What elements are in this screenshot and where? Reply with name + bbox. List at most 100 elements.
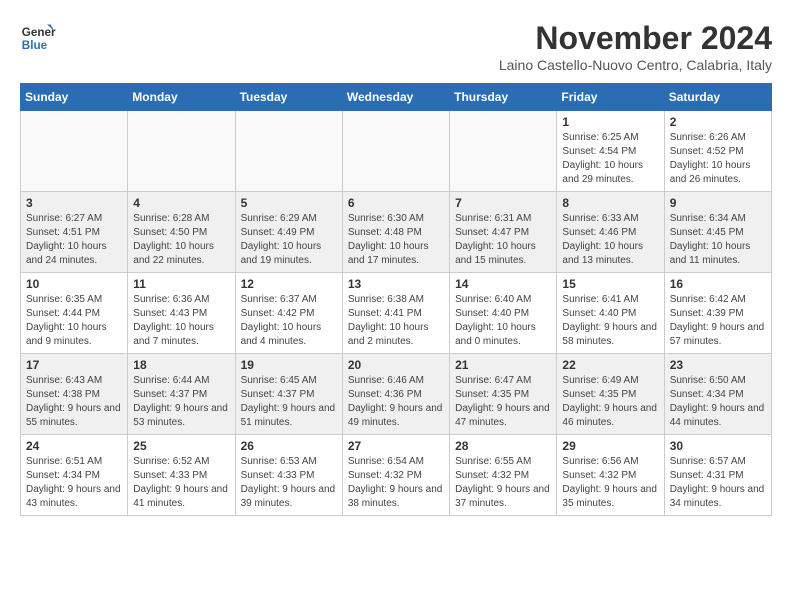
day-info: Sunrise: 6:37 AM Sunset: 4:42 PM Dayligh… [241,293,337,349]
day-info: Sunrise: 6:33 AM Sunset: 4:46 PM Dayligh… [562,212,658,268]
day-number: 29 [562,439,658,453]
day-info: Sunrise: 6:26 AM Sunset: 4:52 PM Dayligh… [670,131,766,187]
day-number: 14 [455,277,551,291]
day-info: Sunrise: 6:38 AM Sunset: 4:41 PM Dayligh… [348,293,444,349]
day-number: 23 [670,358,766,372]
day-number: 27 [348,439,444,453]
calendar-day-cell: 27 Sunrise: 6:54 AM Sunset: 4:32 PM Dayli… [342,435,449,516]
day-info: Sunrise: 6:42 AM Sunset: 4:39 PM Dayligh… [670,293,766,349]
calendar-day-cell: 23 Sunrise: 6:50 AM Sunset: 4:34 PM Dayli… [664,354,771,435]
day-info: Sunrise: 6:36 AM Sunset: 4:43 PM Dayligh… [133,293,229,349]
calendar-day-cell: 26Sunrise: 6:53 AM Sunset: 4:33 PM Dayli… [235,435,342,516]
day-info: Sunrise: 6:40 AM Sunset: 4:40 PM Dayligh… [455,293,551,349]
day-number: 19 [241,358,337,372]
day-info: Sunrise: 6:28 AM Sunset: 4:50 PM Dayligh… [133,212,229,268]
day-info: Sunrise: 6:55 AM Sunset: 4:32 PM Dayligh… [455,455,551,511]
calendar-table: SundayMondayTuesdayWednesdayThursdayFrid… [20,83,772,516]
calendar-day-cell: 1 Sunrise: 6:25 AM Sunset: 4:54 PM Daylig… [557,111,664,192]
day-number: 6 [348,196,444,210]
weekday-header: Saturday [664,84,771,111]
day-number: 5 [241,196,337,210]
calendar-day-cell: 16 Sunrise: 6:42 AM Sunset: 4:39 PM Dayli… [664,273,771,354]
calendar-week-row: 10 Sunrise: 6:35 AM Sunset: 4:44 PM Dayli… [21,273,772,354]
calendar-day-cell: 8 Sunrise: 6:33 AM Sunset: 4:46 PM Daylig… [557,192,664,273]
day-number: 16 [670,277,766,291]
day-number: 20 [348,358,444,372]
weekday-header: Monday [128,84,235,111]
day-info: Sunrise: 6:43 AM Sunset: 4:38 PM Dayligh… [26,374,122,430]
day-info: Sunrise: 6:50 AM Sunset: 4:34 PM Dayligh… [670,374,766,430]
calendar-day-cell: 2 Sunrise: 6:26 AM Sunset: 4:52 PM Daylig… [664,111,771,192]
day-number: 22 [562,358,658,372]
day-info: Sunrise: 6:44 AM Sunset: 4:37 PM Dayligh… [133,374,229,430]
day-info: Sunrise: 6:49 AM Sunset: 4:35 PM Dayligh… [562,374,658,430]
calendar-day-cell: 14 Sunrise: 6:40 AM Sunset: 4:40 PM Dayli… [450,273,557,354]
calendar-day-cell: 10 Sunrise: 6:35 AM Sunset: 4:44 PM Dayli… [21,273,128,354]
day-info: Sunrise: 6:34 AM Sunset: 4:45 PM Dayligh… [670,212,766,268]
day-info: Sunrise: 6:56 AM Sunset: 4:32 PM Dayligh… [562,455,658,511]
day-number: 15 [562,277,658,291]
calendar-day-cell: 22 Sunrise: 6:49 AM Sunset: 4:35 PM Dayli… [557,354,664,435]
day-number: 3 [26,196,122,210]
weekday-header: Tuesday [235,84,342,111]
day-info: Sunrise: 6:45 AM Sunset: 4:37 PM Dayligh… [241,374,337,430]
calendar-day-cell [21,111,128,192]
calendar-week-row: 24 Sunrise: 6:51 AM Sunset: 4:34 PM Dayli… [21,435,772,516]
calendar-day-cell [128,111,235,192]
calendar-day-cell [235,111,342,192]
calendar-day-cell: 15 Sunrise: 6:41 AM Sunset: 4:40 PM Dayli… [557,273,664,354]
day-info: Sunrise: 6:54 AM Sunset: 4:32 PM Dayligh… [348,455,444,511]
day-number: 11 [133,277,229,291]
calendar-day-cell: 4 Sunrise: 6:28 AM Sunset: 4:50 PM Daylig… [128,192,235,273]
calendar-day-cell: 12 Sunrise: 6:37 AM Sunset: 4:42 PM Dayli… [235,273,342,354]
location-subtitle: Laino Castello-Nuovo Centro, Calabria, I… [499,57,772,73]
calendar-day-cell: 18 Sunrise: 6:44 AM Sunset: 4:37 PM Dayli… [128,354,235,435]
calendar-week-row: 3Sunrise: 6:27 AM Sunset: 4:51 PM Daylig… [21,192,772,273]
day-number: 1 [562,115,658,129]
day-info: Sunrise: 6:51 AM Sunset: 4:34 PM Dayligh… [26,455,122,511]
day-number: 30 [670,439,766,453]
day-number: 28 [455,439,551,453]
day-number: 26 [241,439,337,453]
calendar-day-cell: 25Sunrise: 6:52 AM Sunset: 4:33 PM Dayli… [128,435,235,516]
weekday-header: Sunday [21,84,128,111]
calendar-day-cell [450,111,557,192]
day-number: 10 [26,277,122,291]
day-number: 2 [670,115,766,129]
logo: General Blue [20,20,56,56]
svg-text:General: General [22,26,56,39]
logo-icon: General Blue [20,20,56,56]
title-section: November 2024 Laino Castello-Nuovo Centr… [499,20,772,73]
weekday-header: Friday [557,84,664,111]
day-info: Sunrise: 6:47 AM Sunset: 4:35 PM Dayligh… [455,374,551,430]
calendar-day-cell: 13 Sunrise: 6:38 AM Sunset: 4:41 PM Dayli… [342,273,449,354]
calendar-day-cell: 21 Sunrise: 6:47 AM Sunset: 4:35 PM Dayli… [450,354,557,435]
day-info: Sunrise: 6:35 AM Sunset: 4:44 PM Dayligh… [26,293,122,349]
day-number: 4 [133,196,229,210]
day-info: Sunrise: 6:46 AM Sunset: 4:36 PM Dayligh… [348,374,444,430]
day-number: 21 [455,358,551,372]
calendar-day-cell: 3Sunrise: 6:27 AM Sunset: 4:51 PM Daylig… [21,192,128,273]
day-info: Sunrise: 6:31 AM Sunset: 4:47 PM Dayligh… [455,212,551,268]
calendar-day-cell: 9Sunrise: 6:34 AM Sunset: 4:45 PM Daylig… [664,192,771,273]
day-number: 7 [455,196,551,210]
day-number: 13 [348,277,444,291]
calendar-day-cell: 5 Sunrise: 6:29 AM Sunset: 4:49 PM Daylig… [235,192,342,273]
day-number: 18 [133,358,229,372]
day-info: Sunrise: 6:25 AM Sunset: 4:54 PM Dayligh… [562,131,658,187]
calendar-day-cell: 7 Sunrise: 6:31 AM Sunset: 4:47 PM Daylig… [450,192,557,273]
calendar-day-cell: 30Sunrise: 6:57 AM Sunset: 4:31 PM Dayli… [664,435,771,516]
day-number: 8 [562,196,658,210]
weekday-header: Wednesday [342,84,449,111]
calendar-day-cell: 28 Sunrise: 6:55 AM Sunset: 4:32 PM Dayli… [450,435,557,516]
calendar-day-cell: 11 Sunrise: 6:36 AM Sunset: 4:43 PM Dayli… [128,273,235,354]
day-info: Sunrise: 6:41 AM Sunset: 4:40 PM Dayligh… [562,293,658,349]
calendar-day-cell: 29 Sunrise: 6:56 AM Sunset: 4:32 PM Dayli… [557,435,664,516]
day-info: Sunrise: 6:29 AM Sunset: 4:49 PM Dayligh… [241,212,337,268]
svg-text:Blue: Blue [22,39,48,52]
calendar-week-row: 1 Sunrise: 6:25 AM Sunset: 4:54 PM Daylig… [21,111,772,192]
calendar-day-cell: 24 Sunrise: 6:51 AM Sunset: 4:34 PM Dayli… [21,435,128,516]
day-number: 24 [26,439,122,453]
month-title: November 2024 [499,20,772,57]
day-number: 12 [241,277,337,291]
